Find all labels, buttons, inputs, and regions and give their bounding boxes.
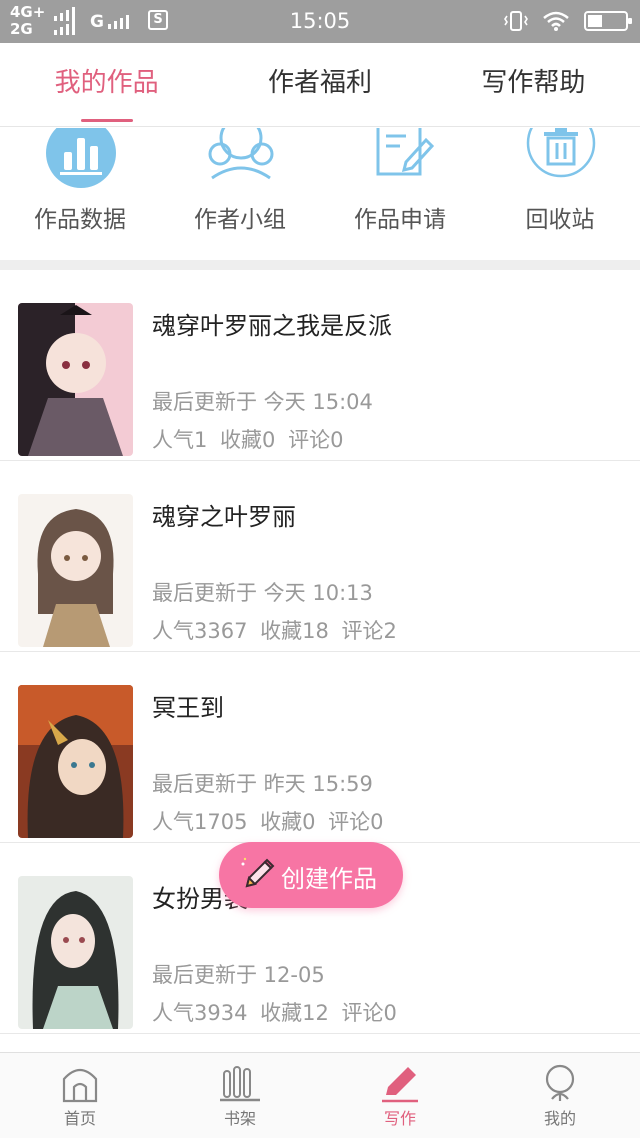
- status-bar: 4G+ 2G G S 15:05: [0, 0, 640, 43]
- quick-action-work-application[interactable]: 作品申请: [320, 128, 480, 260]
- work-updated: 最后更新于 昨天 15:59: [152, 772, 373, 796]
- nav-label: 书架: [223, 1109, 256, 1128]
- profile-icon: [545, 1064, 575, 1101]
- cover-illustration: [18, 303, 133, 456]
- pencil-icon: [241, 857, 275, 888]
- home-icon: [62, 1068, 98, 1103]
- work-stats: 人气3367 收藏18 评论2: [152, 619, 397, 643]
- cover-illustration: [18, 876, 133, 1029]
- create-work-label: 创建作品: [281, 865, 377, 893]
- nav-label: 首页: [63, 1109, 96, 1128]
- status-right: [504, 9, 632, 33]
- quick-action-recycle-bin[interactable]: 回收站: [480, 128, 640, 260]
- cover-illustration: [18, 685, 133, 838]
- book-cover: [18, 303, 133, 456]
- bookshelf-icon: [220, 1066, 260, 1102]
- tab-author-benefits[interactable]: 作者福利: [213, 43, 426, 126]
- work-stats: 人气3934 收藏12 评论0: [152, 1001, 397, 1025]
- nav-item-mine[interactable]: 我的: [480, 1053, 640, 1138]
- quick-action-label: 作者小组: [194, 207, 286, 233]
- book-cover: [18, 685, 133, 838]
- top-tabs: 我的作品 作者福利 写作帮助: [0, 43, 640, 127]
- pencil-icon: [382, 1067, 418, 1103]
- edit-document-icon: [376, 128, 435, 176]
- quick-action-label: 作品申请: [354, 207, 446, 233]
- works-list: 魂穿叶罗丽之我是反派 最后更新于 今天 15:04 人气1 收藏0 评论0 魂穿…: [0, 270, 640, 1034]
- work-item[interactable]: 魂穿之叶罗丽 最后更新于 今天 10:13 人气3367 收藏18 评论2: [0, 461, 640, 652]
- quick-action-work-data[interactable]: 作品数据: [0, 128, 160, 260]
- quick-action-label: 回收站: [525, 207, 595, 233]
- group-icon: [208, 128, 274, 180]
- bottom-nav: 首页 书架 写作 我的: [0, 1052, 640, 1138]
- cover-illustration: [18, 494, 133, 647]
- book-cover: [18, 876, 133, 1029]
- battery-icon: [584, 11, 632, 31]
- book-cover: [18, 494, 133, 647]
- work-item[interactable]: 魂穿叶罗丽之我是反派 最后更新于 今天 15:04 人气1 收藏0 评论0: [0, 270, 640, 461]
- work-item[interactable]: 冥王到 最后更新于 昨天 15:59 人气1705 收藏0 评论0: [0, 652, 640, 843]
- create-work-button[interactable]: 创建作品: [219, 842, 403, 908]
- quick-action-label: 作品数据: [34, 207, 126, 233]
- nav-item-write[interactable]: 写作: [320, 1053, 480, 1138]
- wifi-icon: [543, 11, 569, 31]
- trash-icon: [526, 128, 596, 178]
- nav-label: 写作: [383, 1109, 416, 1128]
- work-updated: 最后更新于 今天 10:13: [152, 581, 373, 605]
- nav-label: 我的: [543, 1109, 576, 1128]
- work-title: 冥王到: [152, 694, 224, 722]
- tab-my-works[interactable]: 我的作品: [0, 43, 213, 126]
- work-stats: 人气1 收藏0 评论0: [152, 428, 344, 452]
- vibrate-icon: [504, 11, 528, 31]
- work-updated: 最后更新于 今天 15:04: [152, 390, 373, 414]
- quick-actions: 作品数据 作者小组 作品申请 回收站: [0, 128, 640, 260]
- work-updated: 最后更新于 12-05: [152, 963, 325, 987]
- tab-writing-help[interactable]: 写作帮助: [427, 43, 640, 126]
- work-title: 魂穿之叶罗丽: [152, 503, 296, 531]
- nav-item-home[interactable]: 首页: [0, 1053, 160, 1138]
- work-title: 魂穿叶罗丽之我是反派: [152, 312, 392, 340]
- section-divider: [0, 260, 640, 270]
- work-stats: 人气1705 收藏0 评论0: [152, 810, 384, 834]
- nav-item-bookshelf[interactable]: 书架: [160, 1053, 320, 1138]
- quick-action-author-group[interactable]: 作者小组: [160, 128, 320, 260]
- bar-chart-icon: [46, 128, 116, 188]
